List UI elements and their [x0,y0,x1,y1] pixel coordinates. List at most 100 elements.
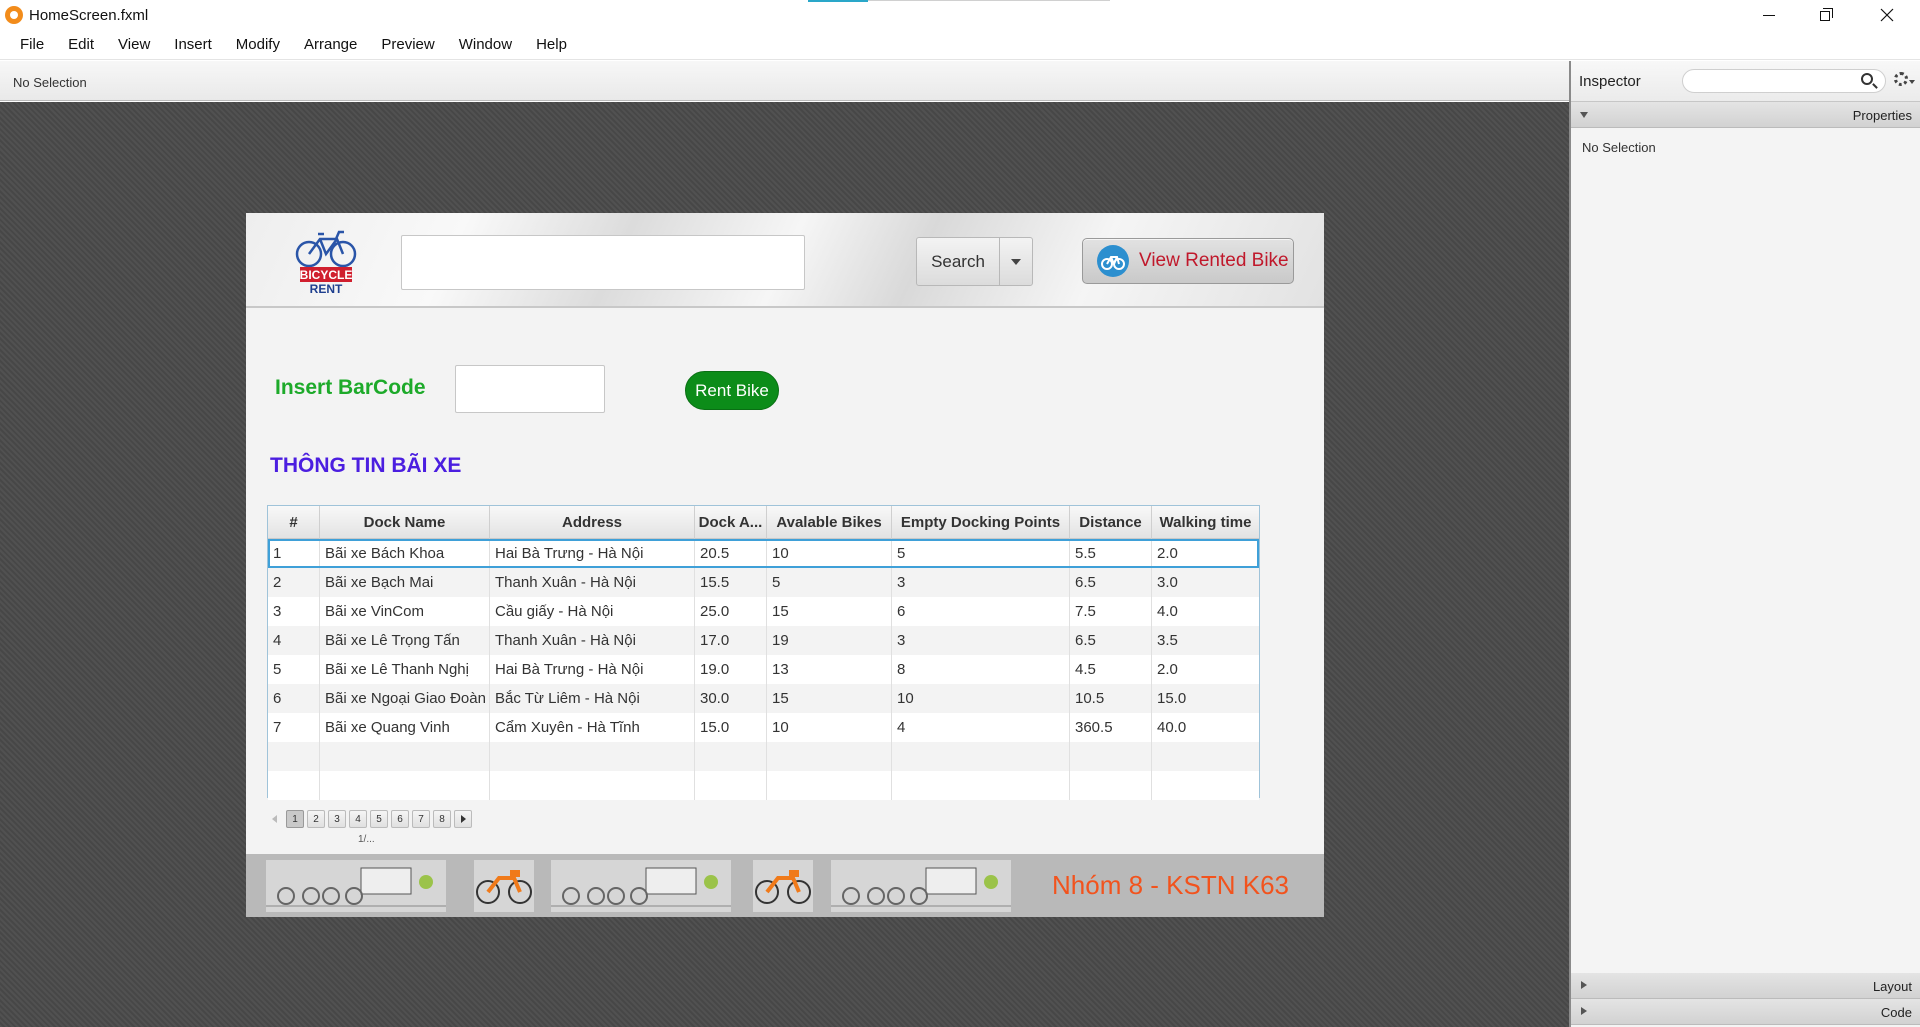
bicycle-rent-logo: BICYCLE RENT [292,223,362,296]
footer-team-label: Nhóm 8 - KSTN K63 [1052,870,1289,900]
table-cell [695,771,767,800]
menu-insert[interactable]: Insert [162,30,224,60]
table-cell: 17.0 [695,626,767,655]
svg-text:RENT: RENT [310,282,343,295]
table-cell: 2 [268,568,320,597]
table-cell: 15.5 [695,568,767,597]
table-cell: Hai Bà Trưng - Hà Nội [490,539,695,568]
table-cell [1070,771,1152,800]
menu-arrange[interactable]: Arrange [292,30,369,60]
table-row[interactable]: 3 Bãi xe VinCom Cầu giấy - Hà Nội 25.0 15 6 7.… [268,597,1259,626]
table-cell: Bãi xe Bách Khoa [320,539,490,568]
bike-station-illustration [831,860,1011,912]
table-row[interactable]: 6 Bãi xe Ngoại Giao Đoàn Bắc Từ Liêm - Hà … [268,684,1259,713]
table-row[interactable]: 7 Bãi xe Quang Vinh Cẩm Xuyên - Hà Tĩnh 15.… [268,713,1259,742]
page-button[interactable]: 4 [349,810,367,828]
table-cell: Thanh Xuân - Hà Nội [490,568,695,597]
scene-builder-icon [5,6,23,24]
inspector-search-input[interactable] [1682,69,1886,93]
table-cell: Bãi xe Ngoại Giao Đoàn [320,684,490,713]
menu-edit[interactable]: Edit [56,30,106,60]
layout-label: Layout [1872,979,1912,994]
table-row[interactable]: 2 Bãi xe Bạch Mai Thanh Xuân - Hà Nội 15.5 5… [268,568,1259,597]
table-cell: 360.5 [1070,713,1152,742]
table-cell: 10 [767,713,892,742]
table-cell [695,742,767,771]
table-cell: 15 [767,684,892,713]
table-cell: 10.5 [1070,684,1152,713]
code-section-header[interactable]: Code [1571,999,1920,1025]
table-row[interactable]: 4 Bãi xe Lê Trọng Tấn Thanh Xuân - Hà Nội 1… [268,626,1259,655]
orange-bike-illustration [474,860,534,912]
table-row[interactable]: 5 Bãi xe Lê Thanh Nghị Hai Bà Trưng - Hà N… [268,655,1259,684]
table-cell: Bãi xe Lê Thanh Nghị [320,655,490,684]
menu-help[interactable]: Help [524,30,579,60]
search-dropdown-button[interactable] [999,237,1033,286]
table-row[interactable] [268,742,1259,771]
menu-bar: File Edit View Insert Modify Arrange Pre… [0,30,1920,60]
menu-file[interactable]: File [8,30,56,60]
menu-preview[interactable]: Preview [369,30,446,60]
table-cell: Cẩm Xuyên - Hà Tĩnh [490,713,695,742]
column-header[interactable]: Distance [1070,506,1152,539]
page-button[interactable]: 2 [307,810,325,828]
menu-modify[interactable]: Modify [224,30,292,60]
page-button[interactable]: 1 [286,810,304,828]
table-cell: Hai Bà Trưng - Hà Nội [490,655,695,684]
scene-root[interactable]: BICYCLE RENT Search View Rented Bike Ins… [246,213,1324,917]
table-cell: Bãi xe VinCom [320,597,490,626]
column-header[interactable]: Address [490,506,695,539]
scene-header: BICYCLE RENT Search View Rented Bike [246,213,1324,308]
page-button[interactable]: 6 [391,810,409,828]
menu-view[interactable]: View [106,30,162,60]
table-cell: 6 [268,684,320,713]
page-button[interactable]: 8 [433,810,451,828]
bike-station-illustration [266,860,446,912]
rent-bike-button[interactable]: Rent Bike [685,371,779,410]
table-cell: 3.5 [1157,632,1178,649]
column-header[interactable]: Dock A... [695,506,767,539]
properties-section-header[interactable]: Properties [1571,102,1920,128]
table-cell: 10 [892,684,1070,713]
page-button[interactable]: 7 [412,810,430,828]
table-cell: 13 [767,655,892,684]
minimize-button[interactable] [1740,0,1798,30]
column-header[interactable]: Dock Name [320,506,490,539]
page-button[interactable]: 3 [328,810,346,828]
next-page-button[interactable] [454,810,472,828]
column-header[interactable]: Empty Docking Points [892,506,1070,539]
prev-page-button[interactable] [265,810,283,828]
table-cell: 5 [767,568,892,597]
collapse-arrow-icon [1581,1007,1587,1015]
menu-window[interactable]: Window [447,30,524,60]
barcode-input[interactable] [455,365,605,413]
search-button[interactable]: Search [916,237,1000,286]
table-row[interactable] [268,771,1259,800]
column-header[interactable]: Walking time [1152,506,1259,539]
page-button[interactable]: 5 [370,810,388,828]
insert-barcode-label: Insert BarCode [275,376,426,399]
table-header: # Dock Name Address Dock A... Avalable B… [268,506,1259,539]
code-label: Code [1880,1005,1912,1020]
table-cell: 4.0 [1157,603,1178,620]
table-cell [1152,771,1259,800]
table-cell: 4 [268,626,320,655]
view-rented-bike-button[interactable]: View Rented Bike [1082,238,1294,284]
table-cell: 7 [268,713,320,742]
gear-icon[interactable] [1894,72,1908,86]
dock-table[interactable]: # Dock Name Address Dock A... Avalable B… [267,505,1260,800]
title-bar: HomeScreen.fxml [0,0,1920,30]
column-header[interactable]: Avalable Bikes [767,506,892,539]
table-cell: 3.0 [1157,574,1178,591]
column-header[interactable]: # [268,506,320,539]
layout-section-header[interactable]: Layout [1571,973,1920,999]
table-cell: Bãi xe Quang Vinh [320,713,490,742]
search-icon [1861,73,1873,85]
restore-button[interactable] [1798,0,1856,30]
table-row[interactable]: 1 Bãi xe Bách Khoa Hai Bà Trưng - Hà Nội 20… [268,539,1259,568]
table-cell: 15.0 [1157,690,1187,707]
table-cell: 5.5 [1070,539,1152,568]
dock-search-input[interactable] [401,235,805,290]
table-cell [1070,742,1152,771]
close-button[interactable] [1858,0,1916,30]
